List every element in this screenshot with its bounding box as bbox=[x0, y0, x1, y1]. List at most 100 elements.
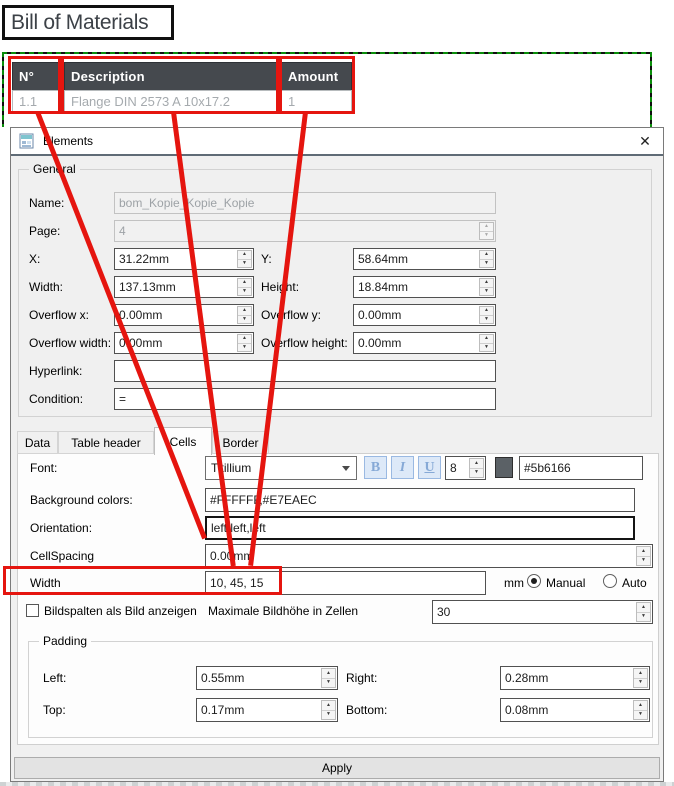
x-field[interactable]: ▲▼ bbox=[114, 248, 254, 270]
spinner-down-icon[interactable]: ▼ bbox=[637, 555, 650, 566]
padding-left-input[interactable] bbox=[197, 667, 337, 689]
padding-top-field[interactable]: ▲▼ bbox=[196, 698, 338, 722]
spinner-down-icon[interactable]: ▼ bbox=[480, 314, 493, 324]
manual-radio[interactable] bbox=[527, 574, 541, 588]
spinner-down-icon[interactable]: ▼ bbox=[238, 314, 251, 324]
background-colors-field[interactable] bbox=[205, 488, 635, 512]
overflow-width-input[interactable] bbox=[115, 333, 253, 353]
font-size-spinner[interactable]: ▲ ▼ bbox=[469, 458, 484, 478]
y-input[interactable] bbox=[354, 249, 495, 269]
x-spinner[interactable]: ▲ ▼ bbox=[237, 250, 252, 268]
x-input[interactable] bbox=[115, 249, 253, 269]
overflow-width-field[interactable]: ▲▼ bbox=[114, 332, 254, 354]
spinner-down-icon[interactable]: ▼ bbox=[480, 342, 493, 352]
spinner-up-icon[interactable]: ▲ bbox=[238, 335, 251, 343]
spinner-up-icon[interactable]: ▲ bbox=[238, 307, 251, 315]
font-color-field[interactable] bbox=[519, 456, 643, 480]
max-image-height-input[interactable] bbox=[433, 601, 652, 623]
overflow-y-spinner[interactable]: ▲ ▼ bbox=[479, 306, 494, 324]
tab-data[interactable]: Data bbox=[17, 431, 58, 454]
hyperlink-field[interactable] bbox=[114, 360, 496, 382]
spinner-down-icon[interactable]: ▼ bbox=[322, 709, 335, 720]
y-spinner[interactable]: ▲ ▼ bbox=[479, 250, 494, 268]
spinner-down-icon[interactable]: ▼ bbox=[238, 342, 251, 352]
font-family-combo[interactable]: Titillium bbox=[205, 456, 357, 480]
spinner-up-icon[interactable]: ▲ bbox=[238, 279, 251, 287]
padding-bottom-spinner[interactable]: ▲ ▼ bbox=[633, 700, 648, 720]
image-columns-checkbox[interactable] bbox=[26, 604, 39, 617]
auto-radio[interactable] bbox=[603, 574, 617, 588]
cellspacing-spinner[interactable]: ▲ ▼ bbox=[636, 546, 651, 566]
font-color-input[interactable] bbox=[520, 457, 642, 479]
font-color-swatch[interactable] bbox=[495, 457, 513, 478]
width-input[interactable] bbox=[115, 277, 253, 297]
padding-top-spinner[interactable]: ▲ ▼ bbox=[321, 700, 336, 720]
spinner-down-icon[interactable]: ▼ bbox=[480, 286, 493, 296]
max-image-height-spinner[interactable]: ▲ ▼ bbox=[636, 602, 651, 622]
spinner-down-icon[interactable]: ▼ bbox=[322, 677, 335, 688]
close-icon[interactable]: ✕ bbox=[633, 131, 657, 151]
image-columns-checkbox-label[interactable]: Bildspalten als Bild anzeigen bbox=[44, 604, 197, 618]
spinner-down-icon[interactable]: ▼ bbox=[238, 258, 251, 268]
bold-button[interactable]: B bbox=[364, 456, 387, 479]
spinner-down-icon[interactable]: ▼ bbox=[634, 677, 647, 688]
height-spinner[interactable]: ▲ ▼ bbox=[479, 278, 494, 296]
padding-top-input[interactable] bbox=[197, 699, 337, 721]
font-size-field[interactable]: ▲▼ bbox=[445, 456, 486, 480]
overflow-height-spinner[interactable]: ▲ ▼ bbox=[479, 334, 494, 352]
y-field[interactable]: ▲▼ bbox=[353, 248, 496, 270]
italic-button[interactable]: I bbox=[391, 456, 414, 479]
overflow-y-input[interactable] bbox=[354, 305, 495, 325]
spinner-up-icon[interactable]: ▲ bbox=[322, 701, 335, 710]
spinner-up-icon[interactable]: ▲ bbox=[634, 669, 647, 678]
overflow-y-field[interactable]: ▲▼ bbox=[353, 304, 496, 326]
bom-title-element[interactable]: Bill of Materials bbox=[2, 5, 174, 40]
spinner-up-icon[interactable]: ▲ bbox=[480, 279, 493, 287]
spinner-down-icon[interactable]: ▼ bbox=[238, 286, 251, 296]
spinner-down-icon[interactable]: ▼ bbox=[634, 709, 647, 720]
overflow-height-input[interactable] bbox=[354, 333, 495, 353]
apply-button[interactable]: Apply bbox=[14, 757, 660, 779]
spinner-up-icon[interactable]: ▲ bbox=[637, 603, 650, 612]
height-field[interactable]: ▲▼ bbox=[353, 276, 496, 298]
padding-bottom-input[interactable] bbox=[501, 699, 649, 721]
spinner-up-icon[interactable]: ▲ bbox=[480, 307, 493, 315]
padding-bottom-field[interactable]: ▲▼ bbox=[500, 698, 650, 722]
spinner-down-icon[interactable]: ▼ bbox=[470, 467, 483, 478]
width-field[interactable]: ▲▼ bbox=[114, 276, 254, 298]
padding-right-spinner[interactable]: ▲ ▼ bbox=[633, 668, 648, 688]
orientation-input[interactable] bbox=[207, 518, 633, 538]
width-spinner[interactable]: ▲ ▼ bbox=[237, 278, 252, 296]
spinner-up-icon[interactable]: ▲ bbox=[470, 459, 483, 468]
padding-left-field[interactable]: ▲▼ bbox=[196, 666, 338, 690]
spinner-up-icon[interactable]: ▲ bbox=[480, 335, 493, 343]
spinner-up-icon[interactable]: ▲ bbox=[322, 669, 335, 678]
spinner-up-icon[interactable]: ▲ bbox=[634, 701, 647, 710]
height-input[interactable] bbox=[354, 277, 495, 297]
padding-right-field[interactable]: ▲▼ bbox=[500, 666, 650, 690]
condition-field[interactable] bbox=[114, 388, 496, 410]
overflow-x-spinner[interactable]: ▲ ▼ bbox=[237, 306, 252, 324]
spinner-down-icon[interactable]: ▼ bbox=[480, 258, 493, 268]
spinner-up-icon[interactable]: ▲ bbox=[238, 251, 251, 259]
underline-button[interactable]: U bbox=[418, 456, 441, 479]
hyperlink-input[interactable] bbox=[115, 361, 495, 381]
tab-table-header[interactable]: Table header bbox=[58, 431, 154, 454]
overflow-height-field[interactable]: ▲▼ bbox=[353, 332, 496, 354]
condition-input[interactable] bbox=[115, 389, 495, 409]
spinner-up-icon[interactable]: ▲ bbox=[637, 547, 650, 556]
padding-right-input[interactable] bbox=[501, 667, 649, 689]
spinner-down-icon[interactable]: ▼ bbox=[637, 611, 650, 622]
auto-radio-label[interactable]: Auto bbox=[622, 576, 647, 590]
overflow-x-field[interactable]: ▲▼ bbox=[114, 304, 254, 326]
background-colors-input[interactable] bbox=[206, 489, 634, 511]
cellspacing-field[interactable]: ▲▼ bbox=[205, 544, 653, 568]
overflow-x-input[interactable] bbox=[115, 305, 253, 325]
orientation-field[interactable] bbox=[205, 516, 635, 540]
overflow-width-spinner[interactable]: ▲ ▼ bbox=[237, 334, 252, 352]
manual-radio-label[interactable]: Manual bbox=[546, 576, 585, 590]
padding-left-spinner[interactable]: ▲ ▼ bbox=[321, 668, 336, 688]
dialog-titlebar[interactable]: Elements ✕ bbox=[11, 128, 663, 154]
spinner-up-icon[interactable]: ▲ bbox=[480, 251, 493, 259]
max-image-height-field[interactable]: ▲▼ bbox=[432, 600, 653, 624]
